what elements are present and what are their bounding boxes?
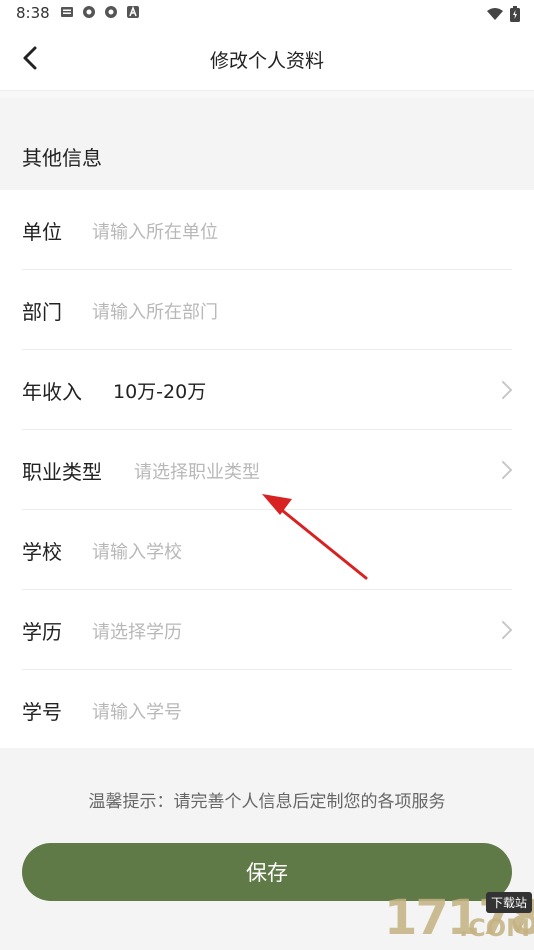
school-label: 学校	[22, 540, 62, 564]
form-row-occupation-type[interactable]: 职业类型 请选择职业类型	[0, 430, 534, 510]
section-title: 其他信息	[22, 146, 102, 170]
form-row-work-unit[interactable]: 单位 请输入所在单位	[0, 190, 534, 270]
occupation-type-select[interactable]: 请选择职业类型	[134, 458, 260, 484]
form-row-department[interactable]: 部门 请输入所在部门	[0, 270, 534, 350]
section-header: 其他信息	[0, 118, 534, 190]
page-title: 修改个人资料	[209, 50, 324, 72]
status-time: 8:38	[16, 4, 50, 22]
form-row-annual-income[interactable]: 年收入 10万-20万	[0, 350, 534, 430]
form-card: 单位 请输入所在单位 部门 请输入所在部门 年收入 10万-20万 职业类型 请…	[0, 190, 534, 748]
header-divider-strip	[0, 90, 534, 98]
battery-icon	[510, 6, 520, 22]
education-label: 学历	[22, 620, 62, 644]
wifi-icon	[487, 8, 503, 20]
nav-bar: 修改个人资料	[0, 28, 534, 90]
education-select[interactable]: 请选择学历	[92, 618, 182, 644]
status-bar: 8:38	[0, 0, 534, 28]
form-row-student-id[interactable]: 学号 请输入学号	[0, 670, 534, 750]
department-label: 部门	[22, 300, 62, 324]
status-notification-icons	[60, 5, 140, 19]
chevron-right-icon	[502, 621, 512, 639]
watermark-logo: 17178 下载站 .COM	[304, 884, 534, 950]
annual-income-value[interactable]: 10万-20万	[113, 377, 206, 404]
occupation-type-label: 职业类型	[22, 460, 102, 484]
watermark-suffix: .COM	[458, 914, 530, 942]
work-unit-input[interactable]: 请输入所在单位	[92, 218, 218, 244]
watermark-badge: 下载站	[485, 892, 532, 913]
ring-app-icon	[105, 6, 117, 18]
mail-icon	[61, 7, 73, 17]
student-id-input[interactable]: 请输入学号	[92, 698, 182, 724]
chevron-right-icon	[502, 461, 512, 479]
ring-app-icon	[83, 6, 95, 18]
student-id-label: 学号	[22, 700, 62, 724]
form-row-school[interactable]: 学校 请输入学校	[0, 510, 534, 590]
department-input[interactable]: 请输入所在部门	[92, 298, 218, 324]
chevron-right-icon	[502, 381, 512, 399]
tip-text: 温馨提示：请完善个人信息后定制您的各项服务	[88, 792, 446, 812]
form-row-education[interactable]: 学历 请选择学历	[0, 590, 534, 670]
school-input[interactable]: 请输入学校	[92, 538, 182, 564]
a-app-icon	[127, 5, 139, 18]
status-system-icons	[486, 6, 520, 22]
annual-income-label: 年收入	[22, 380, 82, 404]
work-unit-label: 单位	[22, 220, 62, 244]
